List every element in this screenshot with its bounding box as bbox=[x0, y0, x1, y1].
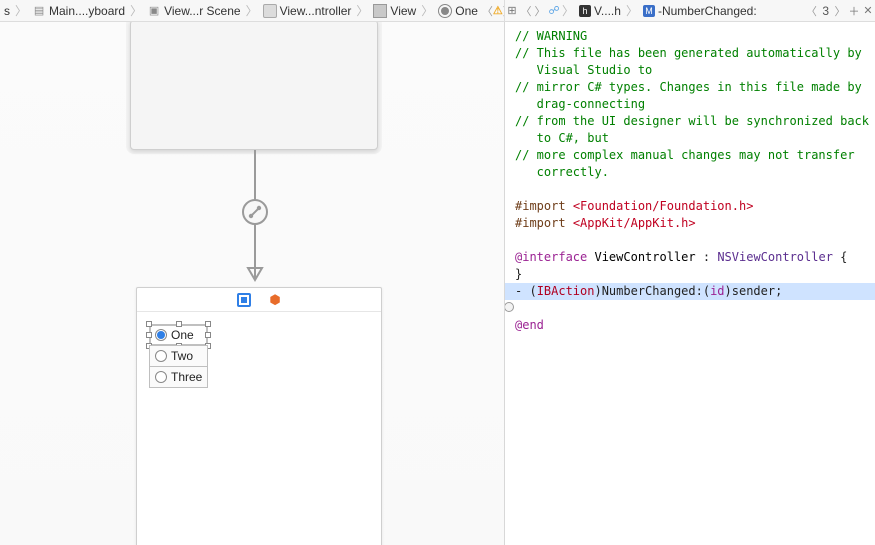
code-action-line: - (IBAction)NumberChanged:(id)sender; bbox=[505, 283, 875, 300]
main-split: ⬢ One Two bbox=[0, 22, 875, 545]
top-pathbar-row: s 〉 ▤ Main....yboard 〉 ▣ View...r Scene … bbox=[0, 0, 875, 22]
view-header-bar: ⬢ bbox=[137, 288, 381, 312]
code-interface-line: @interface ViewController : NSViewContro… bbox=[515, 249, 871, 266]
resize-handle[interactable] bbox=[146, 321, 152, 327]
code-comment: // from the UI designer will be synchron… bbox=[515, 113, 871, 147]
breadcrumb-method[interactable]: M -NumberChanged: bbox=[639, 4, 761, 18]
connection-gutter-icon[interactable] bbox=[505, 302, 514, 312]
warning-icon[interactable]: ⚠︎ bbox=[493, 4, 503, 18]
breadcrumb-label: View bbox=[390, 4, 416, 18]
child-view[interactable]: ⬢ One Two bbox=[136, 287, 382, 545]
chevron-right-icon: 〉 bbox=[245, 2, 259, 19]
chevron-right-icon: 〉 bbox=[420, 2, 434, 19]
chevron-right-icon: 〉 bbox=[14, 2, 28, 19]
resize-handle[interactable] bbox=[176, 321, 182, 327]
radio-label: One bbox=[171, 328, 194, 342]
source-editor[interactable]: // WARNING // This file has been generat… bbox=[505, 22, 875, 545]
resize-handle[interactable] bbox=[205, 321, 211, 327]
chevron-right-icon: 〉 bbox=[355, 2, 369, 19]
parent-view-proxy[interactable] bbox=[130, 22, 378, 150]
close-assistant-icon[interactable]: ✕ bbox=[861, 4, 875, 18]
code-end-line: @end bbox=[515, 317, 871, 334]
related-items-icon[interactable]: ☍ bbox=[547, 4, 561, 18]
chevron-right-icon: 〉 bbox=[561, 2, 575, 19]
code-brace: } bbox=[515, 266, 871, 283]
add-assistant-icon[interactable]: ＋ bbox=[847, 4, 861, 18]
radio-label: Two bbox=[171, 349, 193, 363]
history-back-icon[interactable]: 〈 bbox=[519, 4, 533, 18]
radio-button-three[interactable]: Three bbox=[149, 366, 208, 388]
radio-icon bbox=[438, 4, 452, 18]
counterpart-prev-icon[interactable]: 〈 bbox=[804, 4, 818, 18]
scene-icon: ▣ bbox=[147, 4, 161, 18]
pathbar-left: s 〉 ▤ Main....yboard 〉 ▣ View...r Scene … bbox=[0, 0, 505, 21]
chevron-left-icon[interactable]: 〈 bbox=[482, 4, 493, 18]
radio-button-one[interactable]: One bbox=[149, 324, 208, 346]
breadcrumb-label: One bbox=[455, 4, 478, 18]
grid-icon[interactable]: ⊞ bbox=[505, 4, 519, 18]
counterpart-next-icon[interactable]: 〉 bbox=[833, 4, 847, 18]
breadcrumb-radio-one[interactable]: One bbox=[434, 4, 482, 18]
connection-line-icon bbox=[240, 150, 270, 290]
resize-handle[interactable] bbox=[146, 332, 152, 338]
code-comment: // This file has been generated automati… bbox=[515, 45, 871, 79]
breadcrumb-label: -NumberChanged: bbox=[658, 4, 757, 18]
method-icon: M bbox=[643, 5, 655, 17]
view-icon bbox=[373, 4, 387, 18]
file-icon: ▤ bbox=[32, 4, 46, 18]
breadcrumb-label: V....h bbox=[594, 4, 621, 18]
breadcrumb-viewcontroller[interactable]: View...ntroller bbox=[259, 4, 356, 18]
code-import-line: #import <AppKit/AppKit.h> bbox=[515, 215, 871, 232]
breadcrumb-label: View...r Scene bbox=[164, 4, 241, 18]
chevron-right-icon: 〉 bbox=[129, 2, 143, 19]
radio-indicator-icon bbox=[155, 350, 167, 362]
pathbar-right: ⊞ 〈 〉 ☍ 〉 h V....h 〉 M -NumberChanged: 〈… bbox=[505, 0, 875, 21]
radio-label: Three bbox=[171, 370, 202, 384]
breadcrumb-prefix[interactable]: s bbox=[0, 4, 14, 18]
breadcrumb-label: View...ntroller bbox=[280, 4, 352, 18]
radio-button-two[interactable]: Two bbox=[149, 345, 208, 367]
resize-handle[interactable] bbox=[205, 332, 211, 338]
history-forward-icon[interactable]: 〉 bbox=[533, 4, 547, 18]
code-comment: // more complex manual changes may not t… bbox=[515, 147, 871, 181]
breadcrumb-scene[interactable]: ▣ View...r Scene bbox=[143, 4, 245, 18]
breadcrumb-label: Main....yboard bbox=[49, 4, 125, 18]
code-comment: // WARNING bbox=[515, 28, 871, 45]
code-comment: // mirror C# types. Changes in this file… bbox=[515, 79, 871, 113]
breadcrumb-storyboard[interactable]: ▤ Main....yboard bbox=[28, 4, 129, 18]
radio-group: One Two Three bbox=[149, 324, 208, 388]
viewcontroller-header-icon[interactable] bbox=[237, 293, 251, 307]
counterpart-counter: 3 bbox=[818, 4, 833, 18]
chevron-right-icon: 〉 bbox=[625, 2, 639, 19]
designer-canvas[interactable]: ⬢ One Two bbox=[0, 22, 505, 545]
radio-indicator-icon bbox=[155, 329, 167, 341]
code-import-line: #import <Foundation/Foundation.h> bbox=[515, 198, 871, 215]
breadcrumb-header-file[interactable]: h V....h bbox=[575, 4, 625, 18]
header-file-icon: h bbox=[579, 5, 591, 17]
first-responder-icon[interactable]: ⬢ bbox=[269, 292, 280, 308]
radio-indicator-icon bbox=[155, 371, 167, 383]
breadcrumb-view[interactable]: View bbox=[369, 4, 420, 18]
viewcontroller-icon bbox=[263, 4, 277, 18]
